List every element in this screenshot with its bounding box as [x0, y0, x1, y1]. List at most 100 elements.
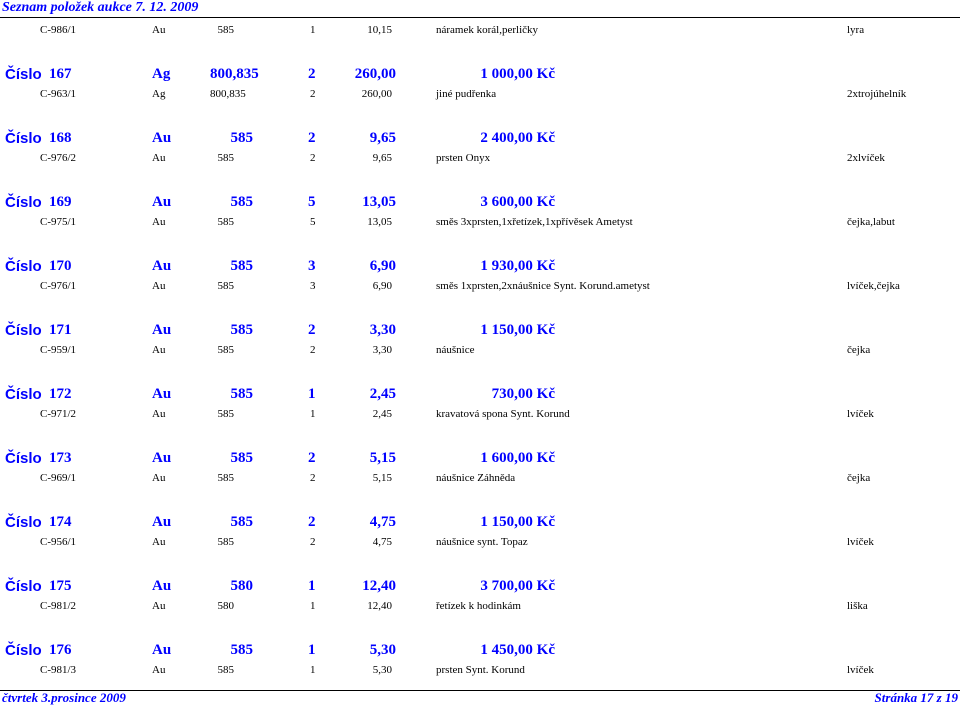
item-label: Číslo	[5, 578, 42, 595]
item-quantity: 5	[308, 194, 316, 210]
item-quantity: 2	[308, 450, 316, 466]
item-metal: Au	[152, 578, 172, 594]
item-price: 1 150,00 Kč	[480, 322, 555, 338]
detail-hallmark: 2xlvíček	[847, 152, 885, 164]
detail-description: náušnice synt. Topaz	[436, 536, 528, 548]
item-weight: 260,00	[354, 66, 396, 82]
detail-weight: 2,45	[372, 408, 392, 420]
item-quantity: 2	[308, 514, 316, 530]
footer-date: čtvrtek 3.prosince 2009	[2, 690, 126, 705]
item-header-row: Číslo 175 Au 580 1 12,40 3 700,00 Kč	[0, 578, 960, 600]
item-fineness: 585	[230, 130, 254, 146]
item-price: 3 600,00 Kč	[480, 194, 555, 210]
detail-row: C-976/2 Au 585 2 9,65 prsten Onyx 2xlvíček	[0, 152, 960, 174]
item-header-row: Číslo 176 Au 585 1 5,30 1 450,00 Kč	[0, 642, 960, 664]
item-weight: 3,30	[369, 322, 396, 338]
item-number: 172	[49, 386, 72, 402]
item-fineness: 585	[230, 258, 254, 274]
item-quantity: 2	[308, 322, 316, 338]
item-metal: Au	[152, 450, 172, 466]
item-price: 2 400,00 Kč	[480, 130, 555, 146]
detail-quantity: 2	[310, 472, 316, 484]
item-label: Číslo	[5, 130, 42, 147]
item-weight: 5,30	[369, 642, 396, 658]
item-label: Číslo	[5, 450, 42, 467]
detail-weight: 13,05	[367, 216, 392, 228]
detail-code: C-975/1	[40, 216, 77, 228]
item-label: Číslo	[5, 194, 42, 211]
item-label: Číslo	[5, 258, 42, 275]
detail-metal: Au	[152, 536, 166, 548]
detail-weight: 12,40	[367, 600, 392, 612]
item-header-row: Číslo 171 Au 585 2 3,30 1 150,00 Kč	[0, 322, 960, 344]
detail-weight: 260,00	[361, 88, 392, 100]
detail-code: C-959/1	[40, 344, 77, 356]
detail-metal: Au	[152, 472, 166, 484]
item-label: Číslo	[5, 66, 42, 83]
detail-quantity: 1	[310, 24, 316, 36]
detail-quantity: 5	[310, 216, 316, 228]
detail-row: C-975/1 Au 585 5 13,05 směs 3xprsten,1xřetíze…	[0, 216, 960, 238]
detail-code: C-986/1	[40, 24, 77, 36]
item-metal: Ag	[152, 66, 171, 82]
item-quantity: 1	[308, 386, 316, 402]
detail-row: C-959/1 Au 585 2 3,30 náušnice čejka	[0, 344, 960, 366]
detail-fineness: 585	[217, 472, 235, 484]
detail-row: C-956/1 Au 585 2 4,75 náušnice synt. Topaz lví…	[0, 536, 960, 558]
detail-hallmark: liška	[847, 600, 868, 612]
detail-fineness: 585	[217, 344, 235, 356]
detail-description: kravatová spona Synt. Korund	[436, 408, 570, 420]
footer-divider	[0, 690, 960, 691]
detail-code: C-976/2	[40, 152, 77, 164]
item-label: Číslo	[5, 642, 42, 659]
item-number: 173	[49, 450, 72, 466]
item-number: 174	[49, 514, 72, 530]
item-metal: Au	[152, 258, 172, 274]
detail-hallmark: lvíček	[847, 664, 874, 676]
detail-hallmark: 2xtrojúhelník	[847, 88, 907, 100]
detail-weight: 5,15	[372, 472, 392, 484]
detail-description: náramek korál,perličky	[436, 24, 539, 36]
item-price: 1 600,00 Kč	[480, 450, 555, 466]
item-number: 169	[49, 194, 72, 210]
item-header-row: Číslo 168 Au 585 2 9,65 2 400,00 Kč	[0, 130, 960, 152]
item-metal: Au	[152, 130, 172, 146]
detail-description: prsten Onyx	[436, 152, 491, 164]
detail-weight: 5,30	[372, 664, 392, 676]
detail-metal: Au	[152, 408, 166, 420]
detail-code: C-969/1	[40, 472, 77, 484]
detail-fineness: 585	[217, 216, 235, 228]
detail-hallmark: lvíček,čejka	[847, 280, 900, 292]
detail-fineness: 585	[217, 152, 235, 164]
detail-fineness: 585	[217, 536, 235, 548]
item-fineness: 585	[230, 450, 254, 466]
item-list: C-986/1 Au 585 1 10,15 náramek korál,per…	[0, 0, 960, 690]
item-metal: Au	[152, 194, 172, 210]
item-header-row: Číslo 169 Au 585 5 13,05 3 600,00 Kč	[0, 194, 960, 216]
detail-metal: Au	[152, 24, 166, 36]
detail-quantity: 1	[310, 664, 316, 676]
item-quantity: 2	[308, 66, 316, 82]
item-fineness: 800,835	[210, 66, 259, 82]
item-number: 167	[49, 66, 72, 82]
item-metal: Au	[152, 386, 172, 402]
detail-row: C-981/3 Au 585 1 5,30 prsten Synt. Korund lvíč…	[0, 664, 960, 686]
detail-weight: 3,30	[372, 344, 392, 356]
detail-metal: Au	[152, 152, 166, 164]
item-number: 168	[49, 130, 72, 146]
footer-page-number: Stránka 17 z 19	[874, 690, 958, 705]
detail-metal: Au	[152, 664, 166, 676]
detail-quantity: 2	[310, 88, 316, 100]
detail-code: C-963/1	[40, 88, 77, 100]
detail-code: C-981/3	[40, 664, 77, 676]
detail-row: C-971/2 Au 585 1 2,45 kravatová spona Synt. K…	[0, 408, 960, 430]
detail-fineness: 585	[217, 664, 235, 676]
item-weight: 9,65	[369, 130, 396, 146]
detail-weight: 6,90	[372, 280, 392, 292]
detail-hallmark: lyra	[847, 24, 865, 36]
item-price: 730,00 Kč	[491, 386, 555, 402]
item-number: 176	[49, 642, 72, 658]
detail-quantity: 2	[310, 152, 316, 164]
item-header-row: Číslo 172 Au 585 1 2,45 730,00 Kč	[0, 386, 960, 408]
item-weight: 4,75	[369, 514, 396, 530]
